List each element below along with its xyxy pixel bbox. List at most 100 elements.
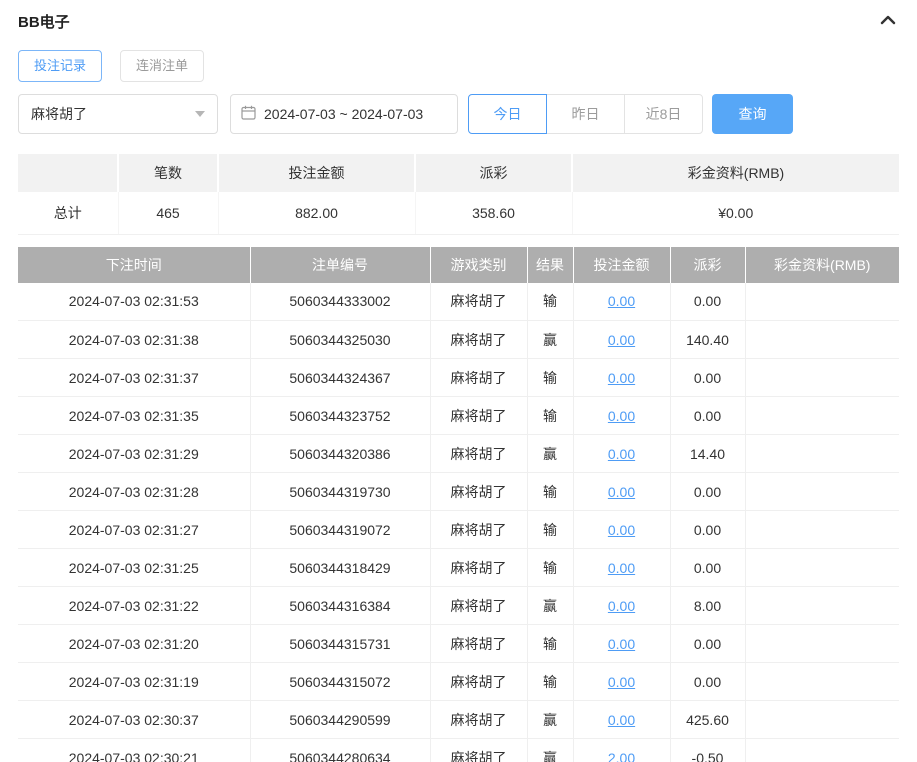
betting-records-panel: BB电子 投注记录 连消注单 麻将胡了 2024-07-03 ~ 2024-07… — [0, 0, 917, 762]
payout-cell: 8.00 — [670, 586, 746, 625]
order-id-cell: 5060344320386 — [250, 434, 431, 473]
bonus-cell — [745, 358, 899, 397]
bet-time-cell: 2024-07-03 02:31:37 — [18, 358, 251, 397]
bonus-cell — [745, 548, 899, 587]
date-range-input[interactable]: 2024-07-03 ~ 2024-07-03 — [230, 94, 458, 134]
bet-amount-link[interactable]: 0.00 — [608, 332, 635, 348]
summary-header-row: 笔数 投注金额 派彩 彩金资料(RMB) — [18, 154, 899, 192]
col-header-payout: 派彩 — [670, 246, 746, 283]
table-row: 2024-07-03 02:31:27 5060344319072 麻将胡了输 0.0… — [18, 510, 899, 549]
bonus-cell — [745, 434, 899, 473]
game-type-cell: 麻将胡了 — [430, 510, 528, 549]
summary-header-empty — [18, 154, 119, 192]
summary-table: 笔数 投注金额 派彩 彩金资料(RMB) 总计 465 882.00 358.6… — [18, 154, 899, 235]
summary-total-label: 总计 — [18, 192, 119, 235]
table-row: 2024-07-03 02:31:28 5060344319730 麻将胡了输 0.0… — [18, 472, 899, 511]
order-id-cell: 5060344324367 — [250, 358, 431, 397]
bet-amount-cell: 2.00 — [573, 738, 671, 762]
table-row: 2024-07-03 02:31:38 5060344325030 麻将胡了赢 0.0… — [18, 320, 899, 359]
bet-time-cell: 2024-07-03 02:31:19 — [18, 662, 251, 701]
order-id-cell: 5060344319730 — [250, 472, 431, 511]
bet-time-cell: 2024-07-03 02:31:53 — [18, 282, 251, 321]
bet-amount-link[interactable]: 2.00 — [608, 750, 635, 762]
bet-time-cell: 2024-07-03 02:31:25 — [18, 548, 251, 587]
bet-amount-link[interactable]: 0.00 — [608, 408, 635, 424]
bet-time-cell: 2024-07-03 02:30:21 — [18, 738, 251, 762]
page-title: BB电子 — [18, 13, 70, 31]
bonus-cell — [745, 738, 899, 762]
order-id-cell: 5060344319072 — [250, 510, 431, 549]
summary-header-payout: 派彩 — [415, 154, 573, 192]
bet-amount-cell: 0.00 — [573, 320, 671, 359]
bet-amount-link[interactable]: 0.00 — [608, 484, 635, 500]
bonus-cell — [745, 320, 899, 359]
panel-header: BB电子 — [18, 8, 899, 34]
bet-amount-link[interactable]: 0.00 — [608, 293, 635, 309]
bet-amount-cell: 0.00 — [573, 548, 671, 587]
order-id-cell: 5060344280634 — [250, 738, 431, 762]
query-button[interactable]: 查询 — [712, 94, 793, 134]
tab-bet-records[interactable]: 投注记录 — [18, 50, 103, 82]
payout-cell: 0.00 — [670, 472, 746, 511]
game-type-cell: 麻将胡了 — [430, 662, 528, 701]
table-row: 2024-07-03 02:31:22 5060344316384 麻将胡了赢 0.0… — [18, 586, 899, 625]
bet-amount-link[interactable]: 0.00 — [608, 598, 635, 614]
chevron-up-icon — [879, 13, 897, 30]
bet-amount-cell: 0.00 — [573, 700, 671, 739]
col-header-bet-time: 下注时间 — [18, 246, 251, 283]
result-cell: 输 — [527, 282, 574, 321]
bet-time-cell: 2024-07-03 02:31:20 — [18, 624, 251, 663]
bet-amount-link[interactable]: 0.00 — [608, 370, 635, 386]
table-row: 2024-07-03 02:31:19 5060344315072 麻将胡了输 0.0… — [18, 662, 899, 701]
bet-amount-link[interactable]: 0.00 — [608, 522, 635, 538]
yesterday-button[interactable]: 昨日 — [546, 94, 625, 134]
bonus-cell — [745, 396, 899, 435]
bet-amount-cell: 0.00 — [573, 510, 671, 549]
result-cell: 输 — [527, 510, 574, 549]
payout-cell: -0.50 — [670, 738, 746, 762]
result-cell: 输 — [527, 548, 574, 587]
col-header-order-id: 注单编号 — [250, 246, 431, 283]
game-select[interactable]: 麻将胡了 — [18, 94, 218, 134]
filter-bar: 麻将胡了 2024-07-03 ~ 2024-07-03 今日 昨日 近8日 查… — [18, 94, 899, 134]
summary-total-row: 总计 465 882.00 358.60 ¥0.00 — [18, 192, 899, 235]
payout-cell: 0.00 — [670, 358, 746, 397]
last-8-days-button[interactable]: 近8日 — [624, 94, 703, 134]
payout-cell: 0.00 — [670, 548, 746, 587]
bet-amount-link[interactable]: 0.00 — [608, 674, 635, 690]
tab-cancelled-orders[interactable]: 连消注单 — [120, 50, 205, 82]
calendar-icon — [241, 105, 256, 123]
bet-amount-link[interactable]: 0.00 — [608, 712, 635, 728]
records-body: 2024-07-03 02:31:53 5060344333002 麻将胡了输 0.0… — [18, 282, 899, 762]
collapse-button[interactable] — [877, 11, 899, 32]
bet-amount-link[interactable]: 0.00 — [608, 560, 635, 576]
result-cell: 赢 — [527, 434, 574, 473]
bet-amount-link[interactable]: 0.00 — [608, 446, 635, 462]
tabs: 投注记录 连消注单 — [18, 50, 899, 82]
game-select-value: 麻将胡了 — [31, 106, 87, 122]
order-id-cell: 5060344315731 — [250, 624, 431, 663]
bet-time-cell: 2024-07-03 02:31:38 — [18, 320, 251, 359]
col-header-bonus: 彩金资料(RMB) — [745, 246, 899, 283]
bonus-cell — [745, 282, 899, 321]
bet-amount-link[interactable]: 0.00 — [608, 636, 635, 652]
game-type-cell: 麻将胡了 — [430, 738, 528, 762]
payout-cell: 14.40 — [670, 434, 746, 473]
bet-amount-cell: 0.00 — [573, 434, 671, 473]
table-row: 2024-07-03 02:31:25 5060344318429 麻将胡了输 0.0… — [18, 548, 899, 587]
bonus-cell — [745, 662, 899, 701]
order-id-cell: 5060344290599 — [250, 700, 431, 739]
date-range-value: 2024-07-03 ~ 2024-07-03 — [264, 106, 424, 122]
bet-amount-cell: 0.00 — [573, 586, 671, 625]
result-cell: 赢 — [527, 320, 574, 359]
game-type-cell: 麻将胡了 — [430, 624, 528, 663]
chevron-down-icon — [195, 111, 205, 117]
game-type-cell: 麻将胡了 — [430, 396, 528, 435]
payout-cell: 0.00 — [670, 282, 746, 321]
game-type-cell: 麻将胡了 — [430, 586, 528, 625]
result-cell: 输 — [527, 396, 574, 435]
game-type-cell: 麻将胡了 — [430, 548, 528, 587]
today-button[interactable]: 今日 — [468, 94, 547, 134]
order-id-cell: 5060344325030 — [250, 320, 431, 359]
result-cell: 输 — [527, 472, 574, 511]
